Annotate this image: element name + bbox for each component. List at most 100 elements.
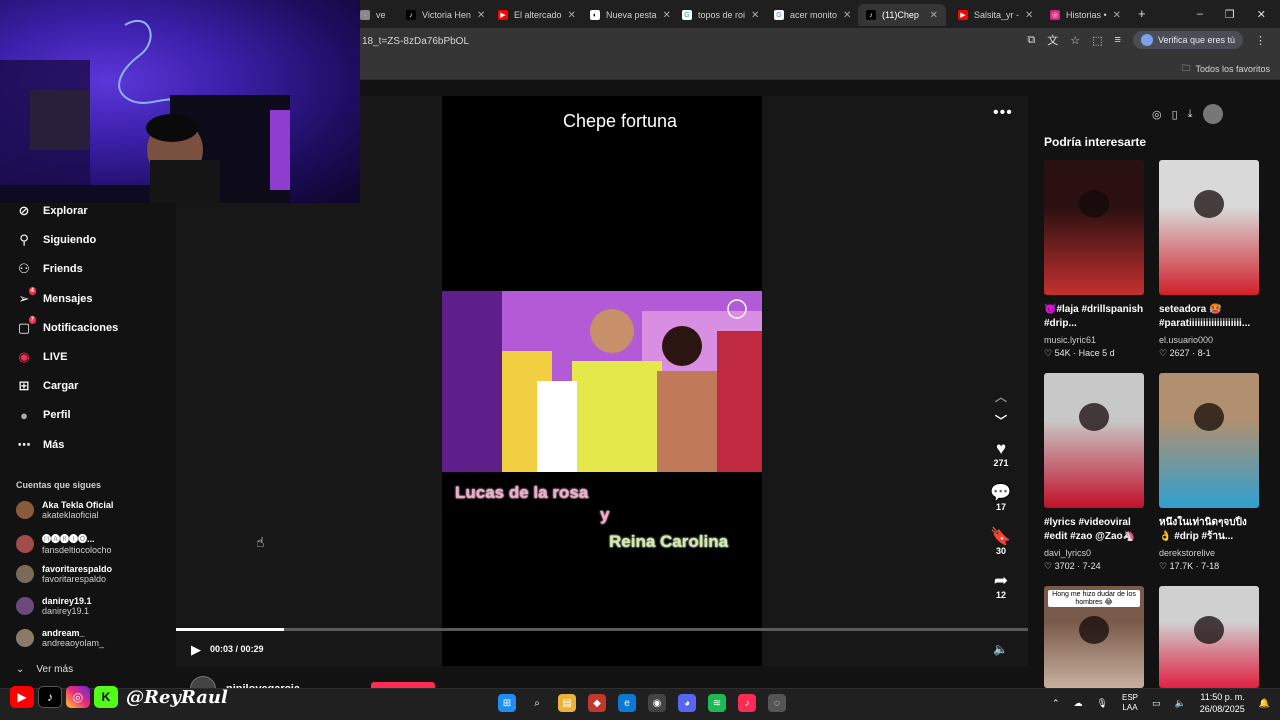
cast-icon[interactable]: ⧉	[1027, 34, 1035, 47]
tab-close-icon[interactable]: ✕	[1113, 10, 1121, 21]
followed-account[interactable]: andream_ andreaoyolam_	[16, 628, 104, 648]
share-button[interactable]: ➦ 12	[986, 572, 1016, 601]
microphone-icon[interactable]: 🎙	[1097, 698, 1108, 709]
volume-icon[interactable]: 🔈	[993, 642, 1008, 656]
card-description[interactable]: หนึ่งในเท่านิดๆจบปิ้ง👌 #drip #ร้าน...	[1159, 516, 1259, 544]
file-explorer-icon[interactable]: ▤	[558, 694, 576, 712]
next-video-button[interactable]: ﹀	[986, 412, 1016, 430]
save-count: 30	[995, 546, 1006, 556]
save-button[interactable]: 🔖 30	[986, 528, 1016, 557]
sidebar-item-friends[interactable]: ⚇ Friends	[16, 261, 83, 277]
menu-kebab-icon[interactable]: ⋮	[1255, 34, 1266, 47]
generic-tab-icon: ·	[360, 10, 370, 20]
browser-tab[interactable]: ◎ Historias • ✕	[1042, 4, 1126, 26]
language-indicator[interactable]: ESP LAA	[1122, 693, 1138, 713]
followed-account[interactable]: Aka Tekla Oficial akateklaoficial	[16, 500, 113, 520]
close-window-icon[interactable]: ✕	[1257, 8, 1266, 21]
card-description[interactable]: seteadora 🥵 #paratiiiiiiiiiiiiiiiiiii...	[1159, 303, 1259, 331]
sidebar-item-siguiendo[interactable]: ⚲ Siguiendo	[16, 232, 96, 248]
tab-close-icon[interactable]: ✕	[477, 10, 485, 21]
recommended-card[interactable]: seteadora 🥵 #paratiiiiiiiiiiiiiiiiiii...…	[1159, 160, 1259, 359]
browser-tab[interactable]: Gtopos de roi ✕	[674, 4, 762, 26]
card-username[interactable]: el.usuario000	[1159, 335, 1259, 345]
all-favorites-button[interactable]: 🗀 Todos los favoritos	[1181, 61, 1270, 77]
video-thumbnail[interactable]	[1159, 160, 1259, 295]
progress-bar[interactable]	[176, 628, 1028, 631]
tab-close-icon[interactable]: ✕	[1025, 10, 1033, 21]
browser-tab[interactable]: ◐ Nueva pesta ✕	[582, 4, 670, 26]
recommended-card[interactable]: หนึ่งในเท่านิดๆจบปิ้ง👌 #drip #ร้าน... der…	[1159, 373, 1259, 572]
video-thumbnail[interactable]	[1159, 373, 1259, 508]
tab-close-icon[interactable]: ✕	[843, 10, 851, 21]
sidebar-item-explorar[interactable]: ⊘ Explorar	[16, 203, 88, 219]
tab-close-icon[interactable]: ✕	[663, 10, 670, 21]
card-description[interactable]: #lyrics #videoviral #edit #zao @Zao🦄	[1044, 516, 1144, 544]
video-thumbnail[interactable]	[1044, 160, 1144, 295]
star-icon[interactable]: ☆	[1070, 34, 1080, 47]
browser-tab[interactable]: Gacer monito ✕	[766, 4, 854, 26]
maximize-icon[interactable]: ❐	[1225, 8, 1235, 21]
sidebar-item-cargar[interactable]: ⊞ Cargar	[16, 378, 79, 394]
play-icon[interactable]: ▶	[191, 642, 201, 658]
discord-icon[interactable]: ◕	[678, 694, 696, 712]
tab-close-icon[interactable]: ✕	[930, 10, 938, 21]
obs-icon[interactable]: ◌	[768, 694, 786, 712]
previous-video-button[interactable]: ︿	[986, 388, 1016, 406]
card-username[interactable]: davi_lyrics0	[1044, 548, 1144, 558]
notifications-icon[interactable]: 🔔	[1259, 698, 1270, 709]
device-icon[interactable]: ▯	[1172, 108, 1178, 121]
app-icon[interactable]: ◆	[588, 694, 606, 712]
browser-tab[interactable]: ▶ El altercado ✕	[490, 4, 578, 26]
search-icon[interactable]: ⌕	[528, 694, 546, 712]
followed-account[interactable]: favoritarespaldo favoritarespaldo	[16, 564, 112, 584]
card-description[interactable]: 👿#laja #drillspanish #drip...	[1044, 303, 1144, 331]
sidebar-item-live[interactable]: ◉ LIVE	[16, 349, 67, 365]
video-thumbnail[interactable]: Hong me hizo dudar de los hombres 😂	[1044, 586, 1144, 688]
sidebar-item-notificaciones[interactable]: ▢ 7 Notificaciones	[16, 315, 119, 336]
followed-account[interactable]: danirey19.1 danirey19.1	[16, 596, 92, 616]
more-options-icon[interactable]: •••	[993, 104, 1013, 122]
extensions-icon[interactable]: ⬚	[1092, 34, 1102, 47]
network-icon[interactable]: ▭	[1152, 698, 1161, 709]
like-button[interactable]: ♥ 271	[986, 440, 1016, 469]
tab-close-icon[interactable]: ✕	[568, 10, 576, 21]
video-thumbnail[interactable]	[1044, 373, 1144, 508]
sidebar-item-mensajes[interactable]: ➢ 4 Mensajes	[16, 286, 93, 307]
card-username[interactable]: derekstorelive	[1159, 548, 1259, 558]
card-username[interactable]: music.lyric61	[1044, 335, 1144, 345]
coin-icon[interactable]: ◎	[1152, 108, 1162, 121]
edge-icon[interactable]: e	[618, 694, 636, 712]
comment-button[interactable]: 💬 17	[986, 484, 1016, 513]
chrome-icon[interactable]: ◉	[648, 694, 666, 712]
followed-account[interactable]: 🅜🅐🅡🅘🅞... fansdeltiocolocho	[16, 532, 112, 555]
recommended-card[interactable]: #lyrics #videoviral #edit #zao @Zao🦄 davi…	[1044, 373, 1144, 572]
chevron-up-icon[interactable]: ⌃	[1052, 698, 1060, 709]
sidebar-item-label: Notificaciones	[43, 321, 119, 334]
verify-profile-button[interactable]: Verifica que eres tú	[1132, 31, 1243, 49]
cloud-icon[interactable]: ☁	[1074, 698, 1083, 709]
tiktok-app-icon[interactable]: ♪	[738, 694, 756, 712]
recommended-card[interactable]: Hong me hizo dudar de los hombres 😂	[1044, 586, 1144, 688]
sidebar-item-perfil[interactable]: ● Perfil	[16, 407, 70, 423]
browser-tab[interactable]: ▶ Salsita_yr - ✕	[950, 4, 1038, 26]
url-text[interactable]: 18_t=ZS-8zDa76bPbOL	[362, 36, 469, 47]
video-thumbnail[interactable]	[1159, 586, 1259, 688]
recommended-card[interactable]	[1159, 586, 1259, 688]
spotify-icon[interactable]: ≋	[708, 694, 726, 712]
browser-tab[interactable]: ♪ Victoria Hen ✕	[398, 4, 486, 26]
new-tab-button[interactable]: +	[1138, 6, 1146, 21]
video-clip-frame	[442, 291, 762, 472]
user-avatar[interactable]	[1202, 104, 1223, 124]
recommended-card[interactable]: 👿#laja #drillspanish #drip... music.lyric…	[1044, 160, 1144, 359]
minimize-icon[interactable]: –	[1197, 8, 1203, 20]
speaker-icon[interactable]: 🔈	[1175, 698, 1186, 709]
windows-start-icon[interactable]: ⊞	[498, 694, 516, 712]
see-more-button[interactable]: ⌄ Ver más	[16, 664, 73, 675]
tab-close-icon[interactable]: ✕	[751, 10, 759, 21]
download-icon[interactable]: ⤓	[1188, 108, 1193, 121]
media-icon[interactable]: ≡	[1115, 34, 1121, 46]
browser-tab[interactable]: ♪ (11)Chep ✕	[858, 4, 946, 26]
translate-icon[interactable]: 文	[1047, 32, 1058, 48]
clock[interactable]: 11:50 p. m. 26/08/2025	[1200, 691, 1245, 715]
sidebar-item-ms[interactable]: ⋯ Más	[16, 437, 65, 453]
